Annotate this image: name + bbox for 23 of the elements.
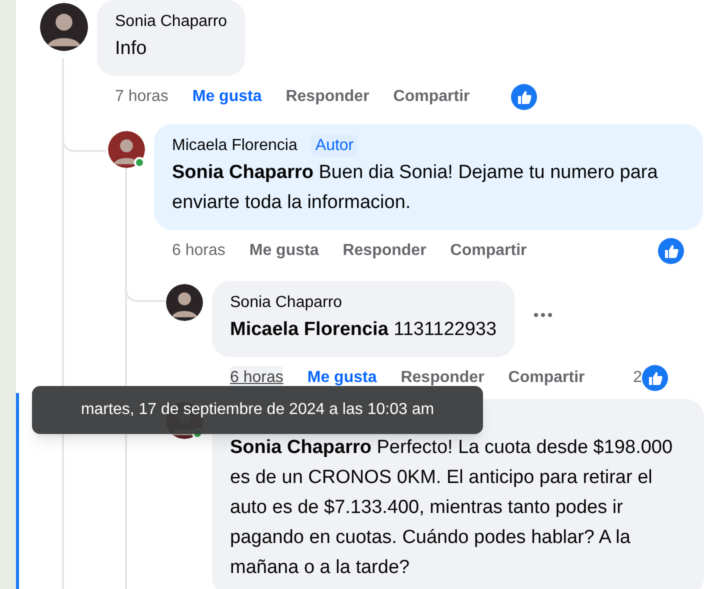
comment-text: Sonia Chaparro Perfecto! La cuota desde $198.000 es de un CRONOS 0KM. El anticipo para retirar el auto es de $7.133.400, mientras tanto podes ir pagando en cuotas. Cuándo podes hablar? A la mañana o a la tarde? bbox=[230, 436, 674, 580]
comment-text: Info bbox=[115, 37, 148, 61]
reaction-count: 2 bbox=[633, 368, 642, 388]
timestamp-link[interactable]: 6 horas bbox=[172, 239, 226, 263]
author-name[interactable]: Sonia Chaparro bbox=[230, 291, 342, 315]
action-link[interactable]: Responder bbox=[286, 85, 370, 109]
timestamp-link[interactable]: 7 horas bbox=[115, 85, 168, 109]
avatar[interactable] bbox=[40, 3, 88, 51]
author-name[interactable]: Sonia Chaparro bbox=[115, 10, 228, 34]
action-link[interactable]: Compartir bbox=[450, 239, 527, 263]
action-link[interactable]: Responder bbox=[342, 239, 426, 263]
action-link[interactable]: Compartir bbox=[393, 85, 470, 109]
more-options-icon bbox=[532, 312, 553, 318]
comment-text: Sonia Chaparro Buen dia Sonia! Dejame tu numero para enviarte toda la informacion. bbox=[172, 161, 659, 215]
action-link[interactable]: Compartir bbox=[508, 366, 585, 390]
date-tooltip: martes, 17 de septiembre de 2024 a las 10:03 am bbox=[32, 386, 483, 434]
author-name[interactable]: Micaela Florencia bbox=[172, 134, 298, 158]
comment-text: Micaela Florencia 1131122933 bbox=[230, 318, 497, 342]
avatar[interactable] bbox=[108, 131, 145, 168]
action-link[interactable]: Me gusta bbox=[249, 239, 319, 263]
action-link[interactable]: Me gusta bbox=[192, 85, 262, 109]
avatar[interactable] bbox=[166, 284, 203, 321]
author-badge: Autor bbox=[311, 135, 358, 157]
